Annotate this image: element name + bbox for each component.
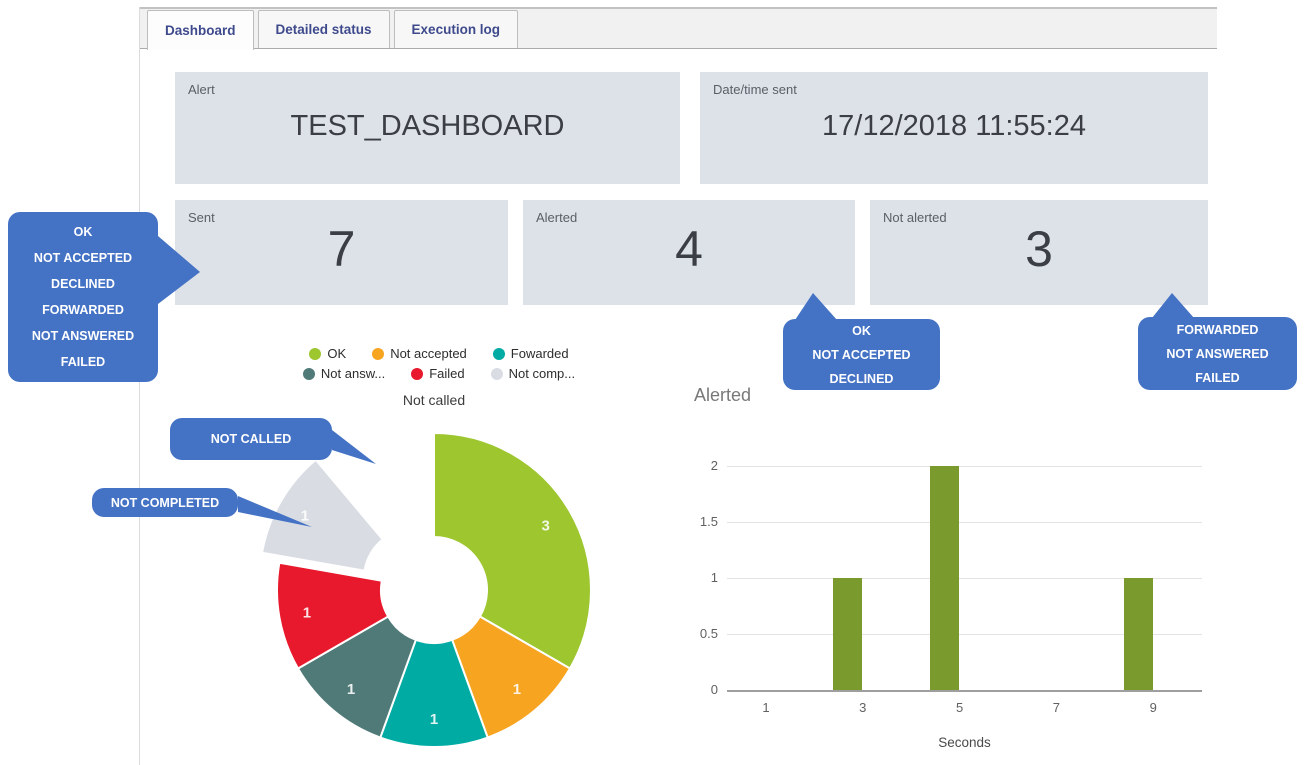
donut-legend: OK Not accepted Fowarded Not answ... Failed N…: [254, 346, 624, 386]
callout-line: NOT CALLED: [170, 427, 332, 451]
callout-alerted-statuses: OKNOT ACCEPTEDDECLINED: [783, 319, 940, 390]
sent-card: Sent 7: [175, 200, 508, 305]
callout-line: OK: [783, 319, 940, 343]
tab-execution-log[interactable]: Execution log: [394, 10, 519, 48]
content-left-border: [139, 7, 140, 765]
not-alerted-card: Not alerted 3: [870, 200, 1208, 305]
alerted-card: Alerted 4: [523, 200, 855, 305]
callout-tail: [238, 496, 316, 530]
tab-dashboard[interactable]: Dashboard: [147, 10, 254, 50]
legend-dot: [372, 348, 384, 360]
bar-chart: Alerted 2 1.5 1 0.5 0 1 3 5 7 9 Seconds: [680, 378, 1220, 765]
callout-line: FORWARDED: [1138, 318, 1297, 342]
x-tick-label: 3: [843, 700, 883, 715]
legend-label: Failed: [429, 366, 464, 381]
legend-label: Fowarded: [511, 346, 569, 361]
legend-dot: [309, 348, 321, 360]
legend-label: Not answ...: [321, 366, 385, 381]
callout-not-called: NOT CALLED: [170, 418, 332, 460]
callout-sent-statuses: OKNOT ACCEPTEDDECLINEDFORWARDEDNOT ANSWE…: [8, 212, 158, 382]
x-axis-title: Seconds: [727, 735, 1202, 750]
datetime-card-label: Date/time sent: [713, 82, 797, 97]
tab-detailed-status[interactable]: Detailed status: [258, 10, 390, 48]
alerted-card-value: 4: [523, 220, 855, 278]
callout-line: FAILED: [8, 349, 158, 375]
y-axis-label: 0.5: [680, 626, 718, 641]
gridline: [727, 466, 1202, 467]
callout-line: DECLINED: [783, 367, 940, 391]
callout-line: NOT ANSWERED: [1138, 342, 1297, 366]
x-tick-label: 1: [746, 700, 786, 715]
callout-line: OK: [8, 219, 158, 245]
callout-tail: [795, 293, 839, 320]
legend-label: Not accepted: [390, 346, 467, 361]
donut-chart-title: Not called: [254, 392, 614, 408]
y-axis-label: 0: [680, 682, 718, 697]
legend-label: Not comp...: [509, 366, 575, 381]
legend-dot: [491, 368, 503, 380]
y-axis-label: 2: [680, 458, 718, 473]
datetime-card-value: 17/12/2018 11:55:24: [700, 110, 1208, 143]
tab-strip: DashboardDetailed statusExecution log: [140, 7, 1217, 49]
legend-label: OK: [327, 346, 346, 361]
donut-slice-value: 1: [347, 681, 355, 698]
legend-item-fowarded: Fowarded: [493, 346, 569, 361]
callout-line: NOT ACCEPTED: [8, 245, 158, 271]
donut-slice-value: 3: [542, 518, 550, 535]
x-tick-label: 9: [1133, 700, 1173, 715]
legend-item-not-answ: Not answ...: [303, 366, 385, 381]
legend-item-not-accepted: Not accepted: [372, 346, 467, 361]
legend-item-not-comp: Not comp...: [491, 366, 575, 381]
sent-card-value: 7: [175, 220, 508, 278]
bar-seconds-9[interactable]: [1124, 578, 1153, 690]
bar-seconds-3[interactable]: [833, 578, 862, 690]
legend-item-ok: OK: [309, 346, 346, 361]
callout-line: FAILED: [1138, 366, 1297, 390]
callout-line: NOT ACCEPTED: [783, 343, 940, 367]
callout-line: NOT COMPLETED: [92, 491, 238, 515]
callout-line: FORWARDED: [8, 297, 158, 323]
datetime-card: Date/time sent 17/12/2018 11:55:24: [700, 72, 1208, 184]
callout-line: NOT ANSWERED: [8, 323, 158, 349]
y-axis-label: 1.5: [680, 514, 718, 529]
alert-card: Alert TEST_DASHBOARD: [175, 72, 680, 184]
donut-chart: 311111: [254, 410, 614, 765]
donut-slice-value: 1: [303, 604, 311, 621]
gridline: [727, 522, 1202, 523]
y-axis-label: 1: [680, 570, 718, 585]
donut-slice-value: 1: [513, 681, 521, 698]
not-alerted-card-value: 3: [870, 220, 1208, 278]
x-tick-label: 5: [940, 700, 980, 715]
bar-chart-title: Alerted: [694, 385, 751, 406]
alert-card-value: TEST_DASHBOARD: [175, 110, 680, 143]
callout-tail: [332, 428, 380, 468]
callout-line: DECLINED: [8, 271, 158, 297]
bar-seconds-5[interactable]: [930, 466, 959, 690]
legend-item-failed: Failed: [411, 366, 464, 381]
x-tick-label: 7: [1036, 700, 1076, 715]
legend-dot: [303, 368, 315, 380]
legend-dot: [493, 348, 505, 360]
callout-not-alerted-statuses: FORWARDEDNOT ANSWEREDFAILED: [1138, 317, 1297, 390]
donut-slice-value: 1: [430, 711, 438, 728]
alert-card-label: Alert: [188, 82, 215, 97]
callout-not-completed: NOT COMPLETED: [92, 488, 238, 517]
legend-dot: [411, 368, 423, 380]
callout-tail: [158, 234, 204, 306]
callout-tail: [1152, 293, 1196, 318]
donut-slice-ok[interactable]: [434, 433, 591, 669]
x-axis-line: [727, 690, 1202, 692]
